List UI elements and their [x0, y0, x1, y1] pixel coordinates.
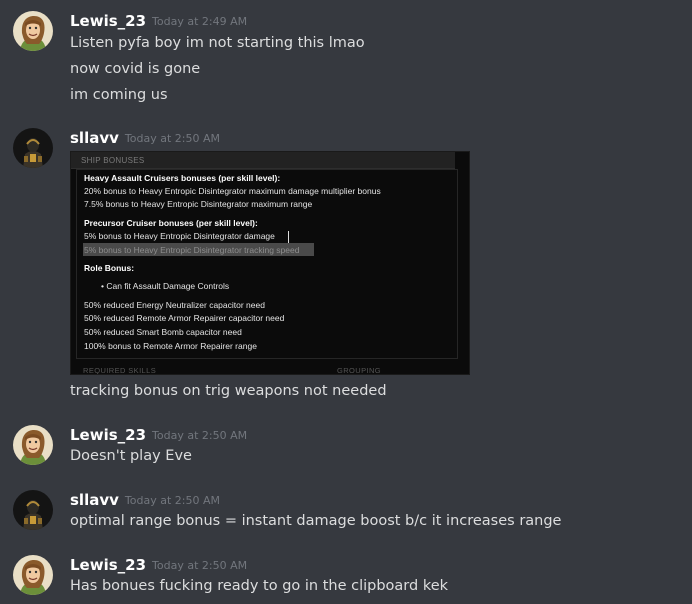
bonus-line: 20% bonus to Heavy Entropic Disintegrato… — [84, 186, 381, 196]
bonus-line: Heavy Assault Cruisers bonuses (per skil… — [84, 173, 281, 183]
message-text: tracking bonus on trig weapons not neede… — [70, 383, 387, 399]
bonus-line: 50% reduced Energy Neutralizer capacitor… — [84, 300, 265, 310]
timestamp: Today at 2:50 AM — [152, 429, 248, 442]
username[interactable]: sllavv Today at 2:50 AM — [70, 490, 220, 511]
embed-footer-label: REQUIRED SKILLS — [83, 366, 157, 375]
embed-footer-label: GROUPING — [337, 366, 382, 375]
username-text[interactable]: sllavv — [70, 129, 119, 147]
username-text[interactable]: Lewis_23 — [70, 12, 146, 30]
username-text[interactable]: sllavv — [70, 491, 119, 509]
image-attachment[interactable]: SHIP BONUSES Heavy Assault Cruisers bonu… — [70, 151, 470, 375]
bonus-line: Role Bonus: — [84, 263, 135, 273]
bonus-line: 7.5% bonus to Heavy Entropic Disintegrat… — [84, 199, 313, 209]
message-text: Doesn't play Eve — [70, 448, 192, 464]
sllavv-avatar-icon — [13, 490, 53, 530]
message-text: im coming us — [70, 87, 168, 103]
timestamp: Today at 2:50 AM — [152, 559, 248, 572]
bonus-line: 5% bonus to Heavy Entropic Disintegrator… — [84, 245, 300, 255]
bonus-line: 100% bonus to Remote Armor Repairer rang… — [84, 341, 257, 351]
lewis-avatar-icon — [13, 11, 53, 51]
message-text: now covid is gone — [70, 61, 201, 77]
avatar[interactable] — [13, 425, 53, 465]
username[interactable]: Lewis_23 Today at 2:49 AM — [70, 11, 247, 32]
bonus-line: 5% bonus to Heavy Entropic Disintegrator… — [84, 231, 275, 241]
message-text: Has bonues fucking ready to go in the cl… — [70, 578, 449, 594]
username[interactable]: sllavv Today at 2:50 AM — [70, 128, 220, 149]
bonus-line: Precursor Cruiser bonuses (per skill lev… — [84, 218, 258, 228]
timestamp: Today at 2:50 AM — [124, 494, 220, 507]
text-caret — [288, 231, 289, 243]
sllavv-avatar-icon — [13, 128, 53, 168]
lewis-avatar-icon — [13, 425, 53, 465]
avatar[interactable] — [13, 555, 53, 595]
message-text: Listen pyfa boy im not starting this lma… — [70, 35, 365, 51]
username[interactable]: Lewis_23 Today at 2:50 AM — [70, 425, 247, 446]
timestamp: Today at 2:50 AM — [124, 132, 220, 145]
timestamp: Today at 2:49 AM — [152, 15, 248, 28]
ship-bonuses-header: SHIP BONUSES — [71, 152, 455, 169]
username-text[interactable]: Lewis_23 — [70, 426, 146, 444]
avatar[interactable] — [13, 128, 53, 168]
bonus-line: 50% reduced Smart Bomb capacitor need — [84, 327, 242, 337]
username[interactable]: Lewis_23 Today at 2:50 AM — [70, 555, 247, 576]
avatar[interactable] — [13, 11, 53, 51]
username-text[interactable]: Lewis_23 — [70, 556, 146, 574]
avatar[interactable] — [13, 490, 53, 530]
bonus-line: 50% reduced Remote Armor Repairer capaci… — [84, 313, 285, 323]
message-text: optimal range bonus = instant damage boo… — [70, 513, 562, 529]
lewis-avatar-icon — [13, 555, 53, 595]
bonus-line: • Can fit Assault Damage Controls — [101, 281, 230, 291]
